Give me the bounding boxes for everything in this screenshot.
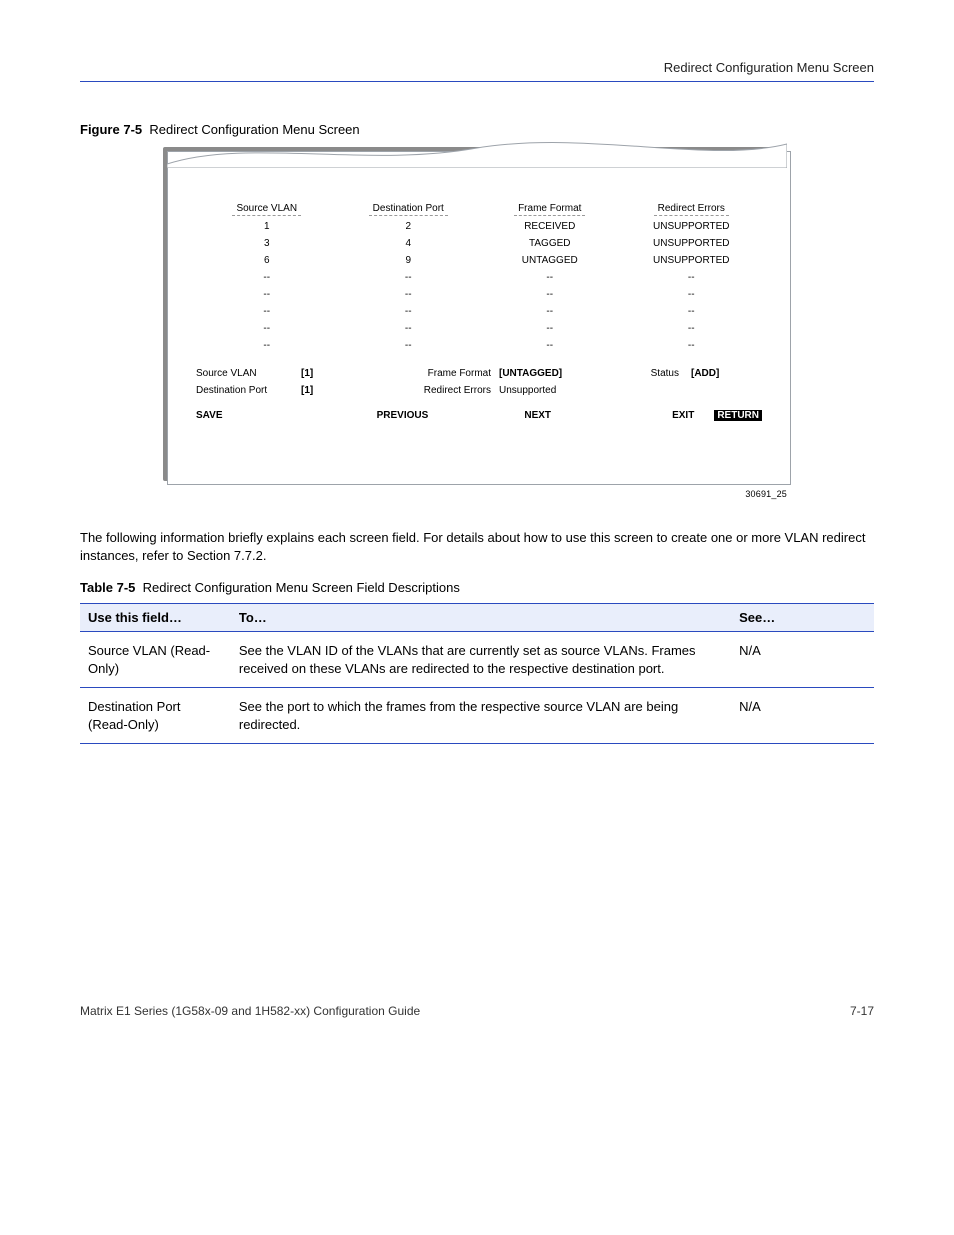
footer-right: 7-17 <box>850 1004 874 1018</box>
cell-see: N/A <box>731 688 874 744</box>
figure-caption: Figure 7-5 Redirect Configuration Menu S… <box>80 122 874 137</box>
table-row: 34TAGGEDUNSUPPORTED <box>196 235 762 252</box>
table-row: 69UNTAGGEDUNSUPPORTED <box>196 252 762 269</box>
col-redirect-errors: Redirect Errors <box>621 202 763 218</box>
table-row: -------- <box>196 269 762 286</box>
cell-see: N/A <box>731 632 874 688</box>
table-row: 12RECEIVEDUNSUPPORTED <box>196 218 762 235</box>
figure-title: Redirect Configuration Menu Screen <box>149 122 359 137</box>
table-row: Destination Port (Read-Only) See the por… <box>80 688 874 744</box>
table-row: -------- <box>196 337 762 354</box>
table-row: -------- <box>196 320 762 337</box>
th-field: Use this field… <box>80 604 231 632</box>
frame-format-label: Frame Format <box>391 368 499 379</box>
cell-field: Source VLAN (Read-Only) <box>80 632 231 688</box>
footer-left: Matrix E1 Series (1G58x-09 and 1H582-xx)… <box>80 1004 420 1018</box>
redirect-errors-label: Redirect Errors <box>391 385 499 396</box>
table-row: -------- <box>196 286 762 303</box>
source-vlan-value: [1] <box>301 368 313 379</box>
frame-format-value: [UNTAGGED] <box>499 368 562 379</box>
source-vlan-label: Source VLAN <box>196 368 301 379</box>
previous-button: PREVIOUS <box>329 410 476 421</box>
destination-port-value: [1] <box>301 385 313 396</box>
figure-button-row: SAVE PREVIOUS NEXT EXIT RETURN <box>196 410 762 421</box>
th-see: See… <box>731 604 874 632</box>
destination-port-label: Destination Port <box>196 385 301 396</box>
next-button: NEXT <box>476 410 599 421</box>
return-button: RETURN <box>714 410 762 421</box>
cell-field: Destination Port (Read-Only) <box>80 688 231 744</box>
redirect-errors-value: Unsupported <box>499 385 609 396</box>
figure-data-table: Source VLAN Destination Port Frame Forma… <box>196 202 762 354</box>
field-descriptions-table: Table 7-5 Redirect Configuration Menu Sc… <box>80 580 874 744</box>
exit-button: EXIT <box>599 410 714 421</box>
table-row: -------- <box>196 303 762 320</box>
table-row: Source VLAN (Read-Only) See the VLAN ID … <box>80 632 874 688</box>
figure-id: 30691_25 <box>167 489 787 499</box>
torn-edge-icon <box>167 134 787 168</box>
figure-label: Figure 7-5 <box>80 122 142 137</box>
table-caption: Table 7-5 Redirect Configuration Menu Sc… <box>80 580 874 603</box>
page-header-right: Redirect Configuration Menu Screen <box>80 60 874 75</box>
table-title: Redirect Configuration Menu Screen Field… <box>143 580 460 595</box>
save-button: SAVE <box>196 410 329 421</box>
col-frame-format: Frame Format <box>479 202 621 218</box>
header-rule <box>80 81 874 82</box>
th-to: To… <box>231 604 731 632</box>
table-label: Table 7-5 <box>80 580 135 595</box>
cell-desc: See the port to which the frames from th… <box>231 688 731 744</box>
cell-desc: See the VLAN ID of the VLANs that are cu… <box>231 632 731 688</box>
status-label: Status <box>609 368 691 379</box>
col-destination-port: Destination Port <box>338 202 480 218</box>
figure-inputs: Source VLAN [1] Frame Format [UNTAGGED] … <box>196 368 762 396</box>
status-value: [ADD] <box>691 368 719 379</box>
body-paragraph: The following information briefly explai… <box>80 529 874 564</box>
figure: Source VLAN Destination Port Frame Forma… <box>167 151 787 481</box>
col-source-vlan: Source VLAN <box>196 202 338 218</box>
page-footer: Matrix E1 Series (1G58x-09 and 1H582-xx)… <box>80 1004 874 1018</box>
